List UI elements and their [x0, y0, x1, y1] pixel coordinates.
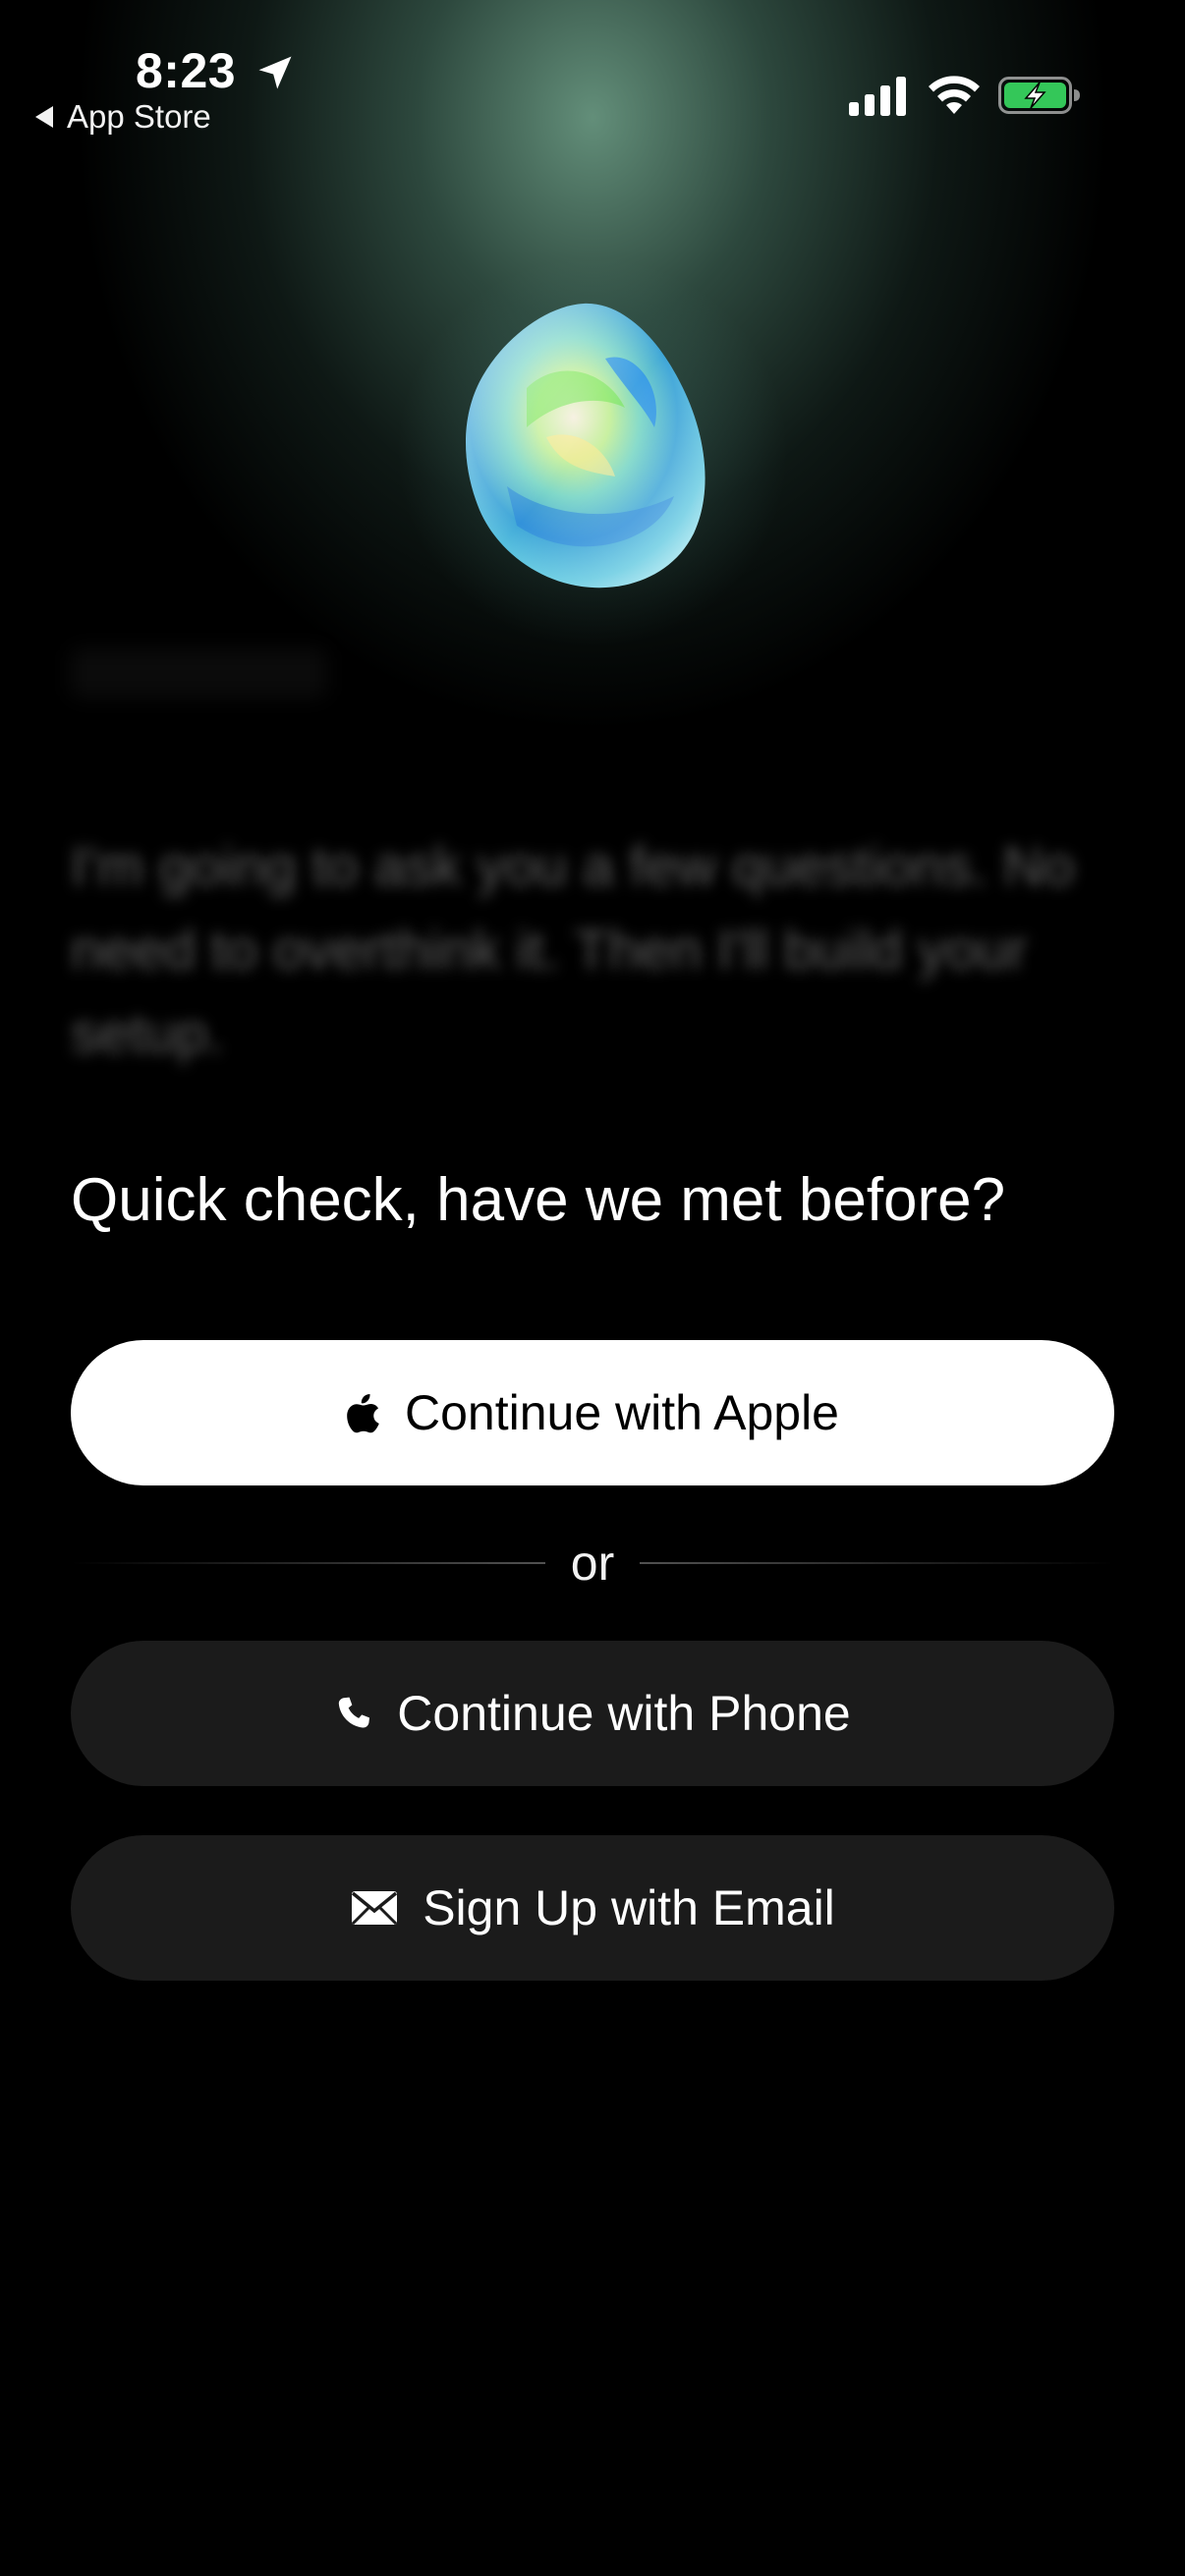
divider-line-left — [71, 1562, 545, 1564]
continue-with-phone-button[interactable]: Continue with Phone — [71, 1641, 1114, 1786]
intro-text: I'm going to ask you a few questions. No… — [71, 835, 1075, 1065]
status-time: 8:23 — [136, 43, 237, 98]
back-app-label: App Store — [67, 98, 211, 135]
envelope-icon — [352, 1891, 398, 1926]
continue-with-apple-button[interactable]: Continue with Apple — [71, 1340, 1114, 1485]
back-triangle-icon — [35, 106, 53, 128]
phone-icon — [339, 1697, 370, 1728]
continue-with-apple-label: Continue with Apple — [405, 1385, 839, 1440]
continue-with-phone-label: Continue with Phone — [397, 1686, 851, 1741]
wifi-icon — [929, 76, 980, 114]
onboarding-screen: 8:23 App Store I'm going to ask you a fe… — [0, 0, 1185, 2576]
divider-or-label: or — [570, 1536, 615, 1591]
question-heading: Quick check, have we met before? — [71, 1166, 1006, 1234]
opal-gem-image — [466, 303, 705, 588]
location-arrow-icon — [258, 56, 292, 89]
or-divider: or — [71, 1529, 1114, 1597]
divider-line-right — [640, 1562, 1114, 1564]
sign-up-with-email-label: Sign Up with Email — [423, 1880, 835, 1935]
apple-logo-icon — [347, 1394, 379, 1433]
battery-charging-icon — [998, 77, 1080, 114]
back-to-app-store[interactable]: App Store — [35, 96, 211, 138]
sign-up-with-email-button[interactable]: Sign Up with Email — [71, 1835, 1114, 1981]
cellular-signal-icon — [849, 77, 906, 116]
faded-heading — [71, 648, 326, 698]
